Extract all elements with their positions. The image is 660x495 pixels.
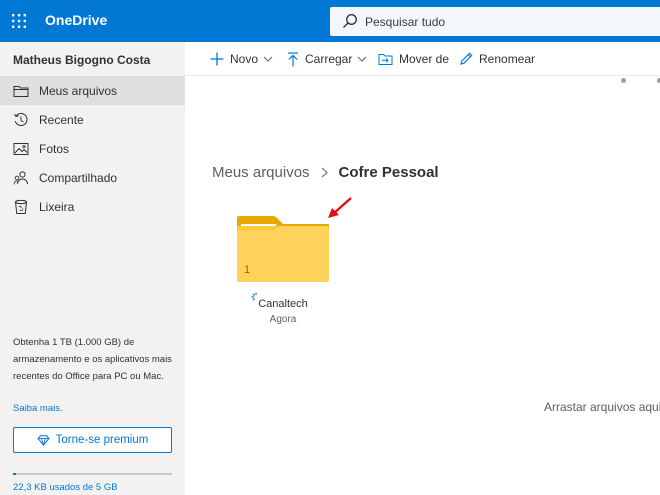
sidebar: Matheus Bigogno Costa Meus arquivos Rece…	[0, 42, 185, 495]
storage-quota-text[interactable]: 22,3 KB usados de 5 GB	[13, 482, 118, 493]
sidebar-item-recent[interactable]: Recente	[0, 105, 185, 134]
learn-more-link[interactable]: Saiba mais.	[13, 403, 63, 414]
user-name: Matheus Bigogno Costa	[13, 53, 151, 67]
trash-icon	[13, 199, 29, 215]
search-icon	[343, 14, 357, 28]
drop-files-hint: Arrastar arquivos aqui	[544, 400, 660, 414]
app-launcher-button[interactable]	[0, 0, 38, 42]
upload-button[interactable]: Carregar	[287, 42, 367, 76]
sidebar-item-label: Meus arquivos	[39, 83, 118, 98]
chevron-right-icon	[321, 167, 328, 178]
sidebar-item-label: Recente	[39, 112, 84, 127]
storage-quota-fill	[13, 473, 17, 475]
photo-icon	[13, 141, 29, 157]
move-to-icon	[378, 53, 393, 65]
sidebar-item-photos[interactable]: Fotos	[0, 134, 185, 163]
sidebar-item-shared[interactable]: Compartilhado	[0, 163, 185, 192]
search-input[interactable]	[365, 7, 645, 36]
app-title[interactable]: OneDrive	[45, 12, 107, 28]
history-icon	[13, 112, 29, 128]
pencil-icon	[460, 52, 473, 65]
new-button[interactable]: Novo	[210, 42, 273, 76]
sidebar-item-label: Compartilhado	[39, 170, 118, 185]
storage-quota-bar	[13, 473, 172, 475]
waffle-icon	[12, 14, 26, 28]
breadcrumb-current-folder: Cofre Pessoal	[338, 163, 439, 181]
rename-button-label: Renomear	[479, 52, 536, 66]
search-box[interactable]	[330, 7, 660, 36]
red-arrow-annotation	[328, 197, 352, 218]
rename-button[interactable]: Renomear	[459, 42, 535, 76]
folder-icon	[237, 216, 329, 282]
chevron-down-icon	[263, 56, 273, 62]
storage-promo-text: Obtenha 1 TB (1.000 GB) de armazenamento…	[13, 337, 172, 382]
premium-button-label: Torne-se premium	[55, 434, 149, 446]
new-button-label: Novo	[230, 52, 259, 66]
folder-icon	[13, 83, 29, 99]
folder-tile[interactable]: 1 Canaltech Agora	[228, 200, 338, 330]
command-bar: Novo Carregar Mover de Renomear	[185, 42, 660, 76]
breadcrumb-my-files[interactable]: Meus arquivos	[212, 164, 310, 181]
sidebar-item-label: Lixeira	[39, 199, 75, 214]
upload-button-label: Carregar	[305, 52, 353, 66]
plus-icon	[210, 52, 224, 66]
move-to-button-label: Mover de	[399, 52, 450, 66]
loading-dot	[621, 78, 626, 83]
premium-button[interactable]: Torne-se premium	[13, 427, 172, 453]
folder-name[interactable]: Canaltech	[228, 298, 338, 310]
folder-modified-date: Agora	[269, 314, 297, 325]
nav-list: Meus arquivos Recente Fotos Compartilhad…	[0, 76, 185, 221]
people-icon	[13, 170, 29, 186]
upload-arrow-icon	[288, 51, 298, 66]
diamond-icon	[36, 434, 50, 446]
folder-item-count: 1	[244, 264, 251, 276]
sidebar-item-my-files[interactable]: Meus arquivos	[0, 76, 185, 105]
breadcrumb: Meus arquivos Cofre Pessoal	[212, 162, 439, 182]
top-bar: OneDrive	[0, 0, 660, 42]
sidebar-item-recycle-bin[interactable]: Lixeira	[0, 192, 185, 221]
chevron-down-icon	[358, 56, 367, 62]
move-to-button[interactable]: Mover de	[378, 42, 449, 76]
sidebar-item-label: Fotos	[39, 141, 70, 156]
